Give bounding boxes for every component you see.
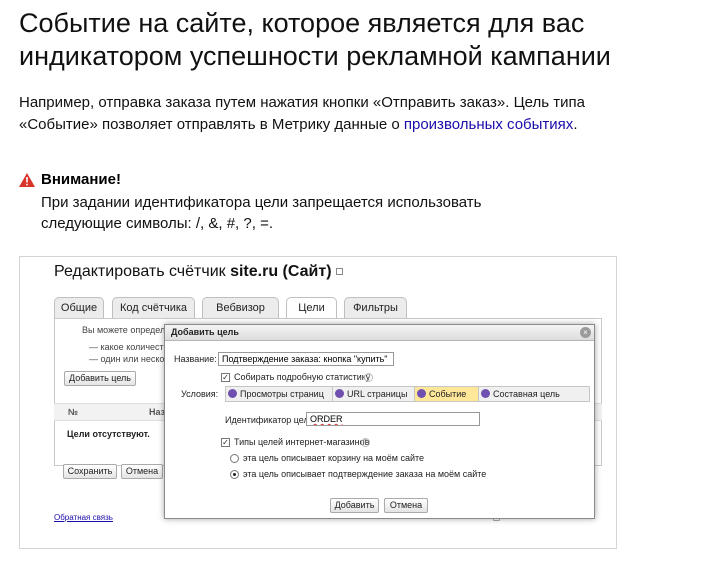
table-col-name: Наз — [149, 407, 166, 417]
goal-name-input[interactable]: Подтверждение заказа: кнопка "купить" — [218, 352, 394, 366]
collect-stats-checkbox[interactable]: ✓ — [221, 373, 230, 382]
tab-general[interactable]: Общие — [54, 297, 104, 319]
help-icon[interactable]: ? — [364, 373, 373, 382]
help-icon[interactable]: ? — [361, 438, 370, 447]
collect-stats-label: Собирать подробную статистику — [234, 372, 371, 382]
pageviews-icon — [228, 389, 237, 398]
composite-icon — [481, 389, 490, 398]
condition-pageviews-tab[interactable]: Просмотры страниц — [226, 387, 333, 401]
custom-events-link[interactable]: произвольных событиях — [404, 116, 573, 133]
page-title: Событие на сайте, которое является для в… — [19, 8, 611, 71]
counter-settings-screenshot: Редактировать счётчик site.ru (Сайт) Общ… — [19, 256, 617, 549]
copy-icon[interactable] — [335, 268, 343, 276]
condition-event-label: Событие — [429, 389, 467, 399]
table-col-number: № — [68, 407, 79, 417]
goal-name-label: Название: — [174, 354, 217, 364]
condition-composite-tab[interactable]: Составная цель — [479, 387, 589, 401]
condition-url-label: URL страницы — [347, 389, 408, 399]
tab-filters[interactable]: Фильтры — [344, 297, 407, 319]
conditions-label: Условия: — [181, 389, 219, 399]
warning-icon — [19, 173, 35, 187]
counter-site-name: site.ru (Сайт) — [230, 263, 332, 280]
condition-event-tab[interactable]: Событие — [415, 387, 479, 401]
dialog-title: Добавить цель — [171, 327, 239, 337]
goal-id-label: Идентификатор цели: — [225, 415, 317, 425]
tab-counter-code[interactable]: Код счётчика — [112, 297, 195, 319]
intro-end: . — [573, 116, 578, 133]
save-button[interactable]: Сохранить — [63, 464, 117, 479]
warning-text: При задании идентификатора цели запрещае… — [41, 194, 482, 232]
event-icon — [417, 389, 426, 398]
url-icon — [335, 389, 344, 398]
dialog-cancel-button[interactable]: Отмена — [384, 498, 428, 513]
warning-title: Внимание! — [41, 171, 121, 188]
intro-paragraph: Например, отправка заказа путем нажатия … — [19, 92, 619, 136]
dialog-header: Добавить цель × — [165, 325, 594, 341]
condition-composite-label: Составная цель — [493, 389, 560, 399]
goal-id-input[interactable]: ORDER — [306, 412, 480, 426]
feedback-link[interactable]: Обратная связь — [54, 513, 113, 522]
ecommerce-label: Типы целей интернет-магазинов — [234, 437, 370, 447]
add-goal-button[interactable]: Добавить цель — [64, 371, 136, 386]
no-goals-text: Цели отсутствуют. — [67, 429, 150, 439]
radio-order-confirm-label: эта цель описывает подтверждение заказа … — [243, 469, 487, 479]
condition-type-tabs: Просмотры страниц URL страницы Событие С… — [225, 386, 590, 402]
tab-goals[interactable]: Цели — [286, 297, 337, 320]
radio-order-confirm[interactable] — [230, 470, 239, 479]
counter-edit-title: Редактировать счётчик site.ru (Сайт) — [54, 263, 343, 281]
add-goal-dialog: Добавить цель × Название: Подтверждение … — [164, 324, 595, 519]
tab-webvisor[interactable]: Вебвизор — [202, 297, 279, 319]
add-button[interactable]: Добавить — [330, 498, 379, 513]
radio-cart[interactable] — [230, 454, 239, 463]
cancel-button[interactable]: Отмена — [121, 464, 163, 479]
condition-pageviews-label: Просмотры страниц — [240, 389, 324, 399]
radio-cart-label: эта цель описывает корзину на моём сайте — [243, 453, 425, 463]
close-icon[interactable]: × — [580, 327, 591, 338]
counter-edit-title-prefix: Редактировать счётчик — [54, 263, 231, 280]
ecommerce-checkbox[interactable]: ✓ — [221, 438, 230, 447]
condition-url-tab[interactable]: URL страницы — [333, 387, 415, 401]
